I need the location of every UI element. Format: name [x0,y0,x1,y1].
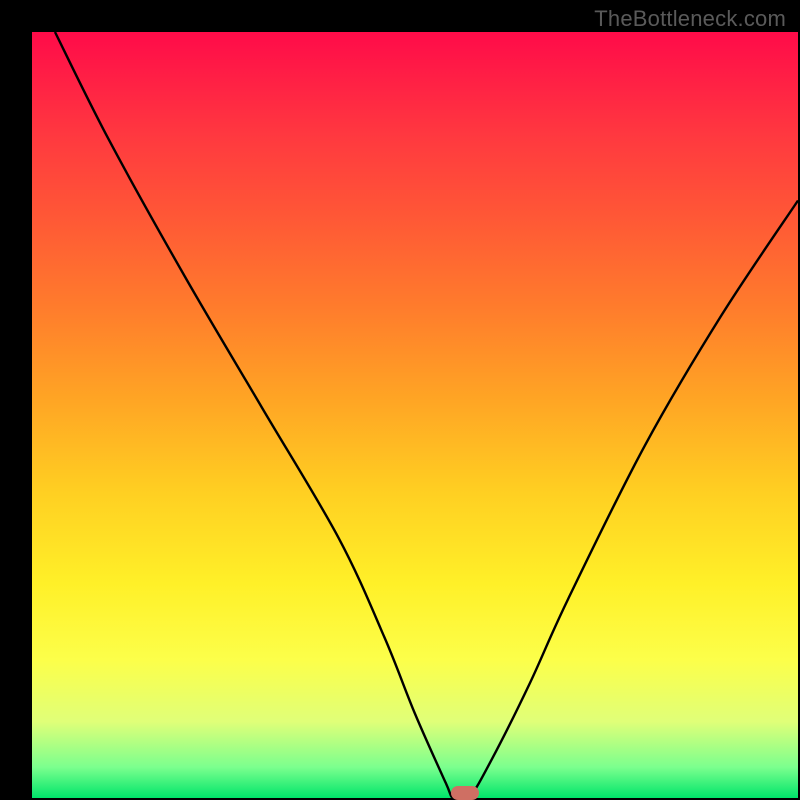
optimum-marker [451,786,479,800]
plot-area [32,32,798,798]
curve-path [55,32,798,798]
watermark-text: TheBottleneck.com [594,6,786,32]
bottleneck-curve [32,32,798,798]
chart-frame: TheBottleneck.com [0,0,800,800]
